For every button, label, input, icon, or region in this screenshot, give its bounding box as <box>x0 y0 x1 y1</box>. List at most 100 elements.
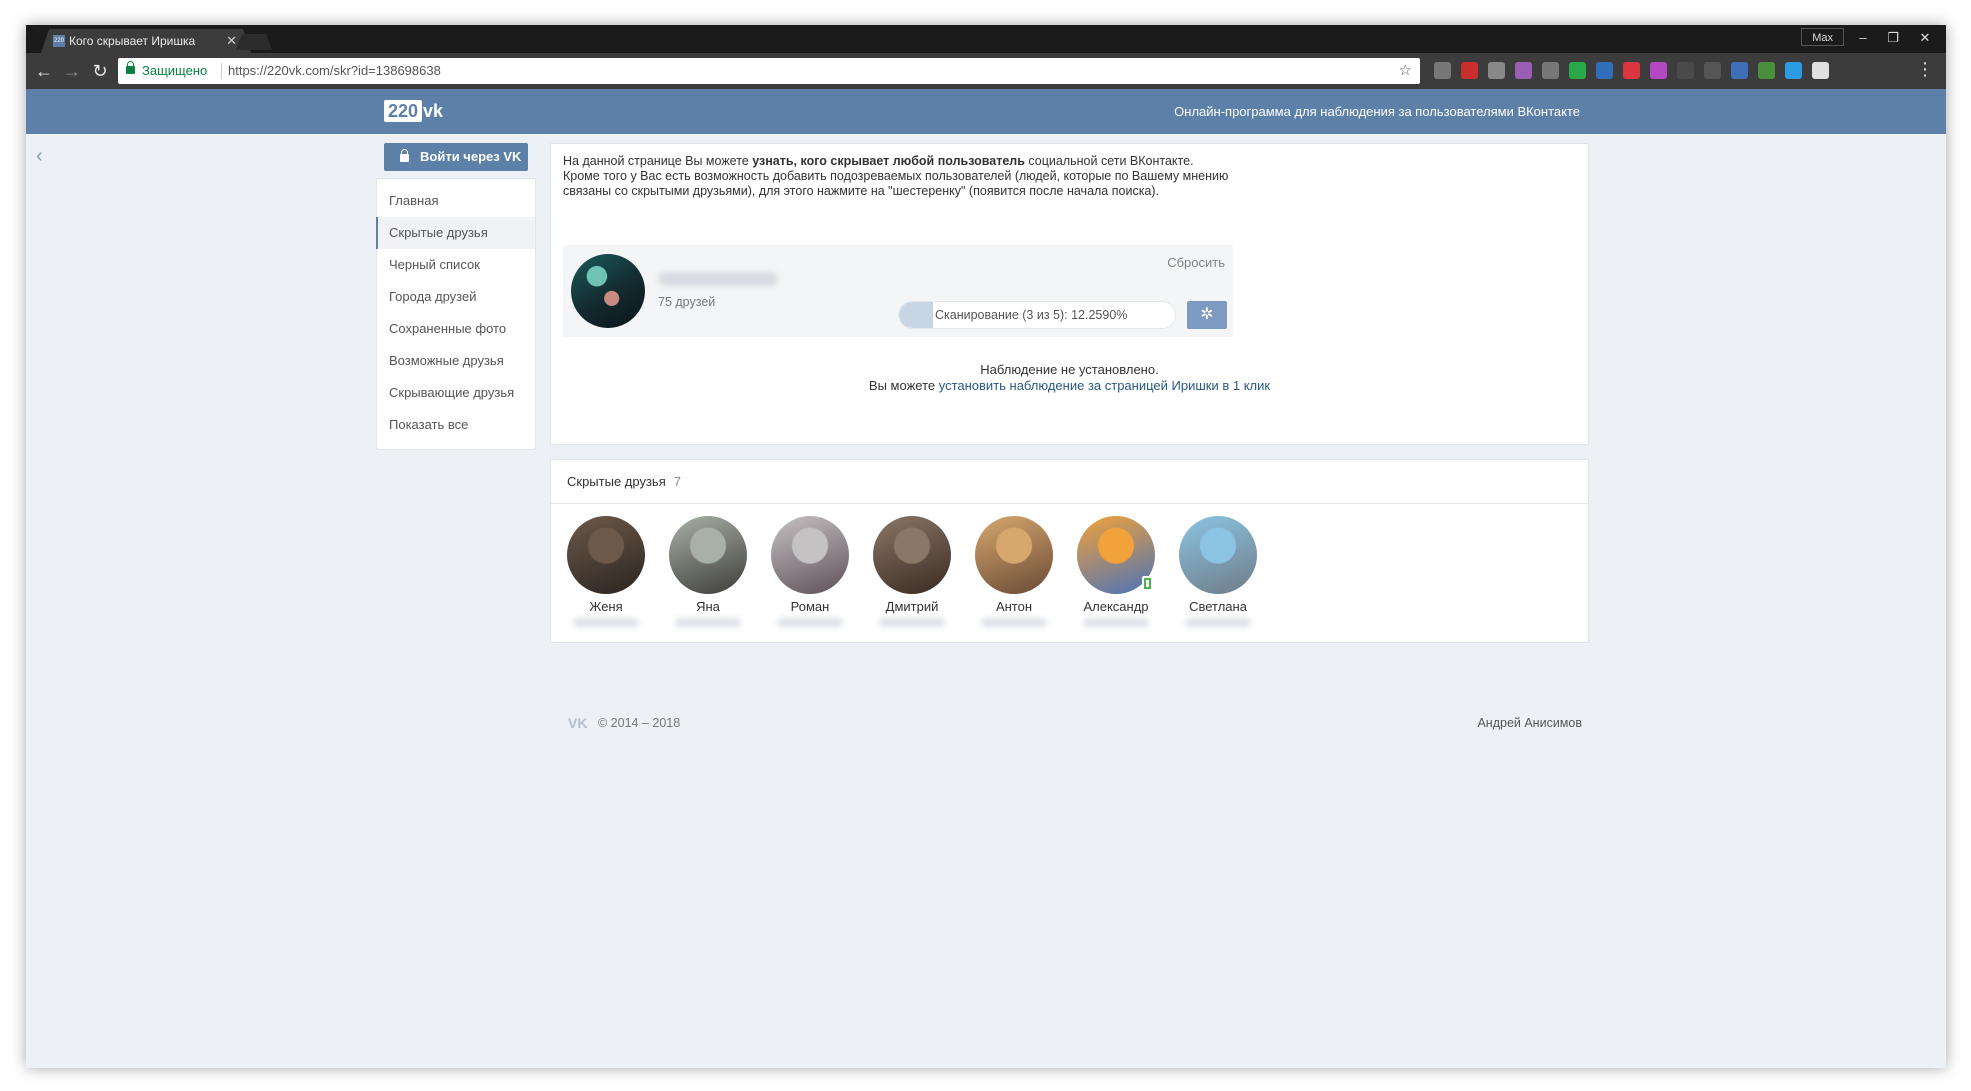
site-tagline: Онлайн-программа для наблюдения за польз… <box>1174 104 1580 119</box>
vk-logo-icon: VK <box>568 715 588 731</box>
close-window-icon[interactable]: ✕ <box>1910 27 1940 49</box>
profile-box: 75 друзей Сбросить Сканирование (3 из 5)… <box>563 245 1233 337</box>
friend-item[interactable]: Яна <box>663 516 753 627</box>
profile-badge[interactable]: Max <box>1801 28 1844 46</box>
friend-name[interactable]: Светлана <box>1173 599 1263 614</box>
friend-avatar[interactable] <box>975 516 1053 594</box>
menu-item-saved-photos[interactable]: Сохраненные фото <box>377 313 535 345</box>
logo-text: vk <box>423 100 444 121</box>
bookmark-star-icon[interactable]: ☆ <box>1399 58 1412 84</box>
friend-surname-blurred <box>981 618 1047 627</box>
site-favicon-icon: 220 <box>53 35 65 47</box>
extension-icon[interactable] <box>1488 62 1505 79</box>
gear-icon: ✲ <box>1200 306 1214 323</box>
extension-icon[interactable] <box>1758 62 1775 79</box>
lock-icon <box>126 61 135 74</box>
menu-item-friend-cities[interactable]: Города друзей <box>377 281 535 313</box>
intro-part-2: социальной сети ВКонтакте. <box>1024 154 1194 168</box>
profile-avatar[interactable] <box>571 254 645 328</box>
extension-icon[interactable] <box>1461 62 1478 79</box>
friend-avatar[interactable] <box>669 516 747 594</box>
address-bar[interactable]: Защищено https://220vk.com/skr?id=138698… <box>118 58 1420 84</box>
omnibox-divider <box>221 63 222 79</box>
friend-avatar[interactable] <box>873 516 951 594</box>
reset-link[interactable]: Сбросить <box>1167 255 1225 270</box>
friend-avatar[interactable] <box>1179 516 1257 594</box>
friend-item[interactable]: Светлана <box>1173 516 1263 627</box>
extension-icon[interactable] <box>1596 62 1613 79</box>
extension-icons <box>1434 62 1829 79</box>
forward-icon[interactable]: → <box>60 59 84 83</box>
friend-item[interactable]: Роман <box>765 516 855 627</box>
gear-button[interactable]: ✲ <box>1187 301 1227 329</box>
menu-item-possible-friends[interactable]: Возможные друзья <box>377 345 535 377</box>
friend-name[interactable]: Женя <box>561 599 651 614</box>
minimize-icon[interactable]: – <box>1848 27 1878 49</box>
friend-avatar[interactable] <box>567 516 645 594</box>
friend-surname-blurred <box>1185 618 1251 627</box>
menu-item-hiding-friends[interactable]: Скрывающие друзья <box>377 377 535 409</box>
intro-part-3: Кроме того у Вас есть возможность добави… <box>563 169 1229 198</box>
hidden-friends-title: Скрытые друзья <box>567 474 666 489</box>
extension-icon[interactable] <box>1434 62 1451 79</box>
friend-name[interactable]: Александр <box>1071 599 1161 614</box>
menu-item-home[interactable]: Главная <box>377 185 535 217</box>
back-icon[interactable]: ← <box>32 59 56 83</box>
search-card: На данной странице Вы можете узнать, ког… <box>550 143 1589 445</box>
extension-icon[interactable] <box>1731 62 1748 79</box>
intro-text: На данной странице Вы можете узнать, ког… <box>563 154 1243 199</box>
close-tab-icon[interactable]: ✕ <box>226 29 237 53</box>
browser-tab[interactable]: 220 Кого скрывает Иришка ✕ <box>41 29 251 53</box>
secure-label: Защищено <box>142 63 208 78</box>
extension-icon[interactable] <box>1650 62 1667 79</box>
friend-name[interactable]: Роман <box>765 599 855 614</box>
site-logo[interactable]: 220 vk <box>384 100 443 122</box>
friend-item[interactable]: Антон <box>969 516 1059 627</box>
scan-progress-bar: Сканирование (3 из 5): 12.2590% <box>898 301 1176 329</box>
intro-part-1: На данной странице Вы можете <box>563 154 753 168</box>
friend-item[interactable]: Александр <box>1071 516 1161 627</box>
browser-toolbar: ← → ↻ Защищено https://220vk.com/skr?id=… <box>26 53 1946 89</box>
chevron-left-icon[interactable]: ‹ <box>36 145 43 168</box>
profile-name-blurred <box>658 272 778 286</box>
scan-status-text: Сканирование (3 из 5): 12.2590% <box>935 308 1128 322</box>
logo-number: 220 <box>384 100 423 122</box>
browser-menu-icon[interactable]: ⋮ <box>1916 59 1934 80</box>
monitor-hint: Вы можете установить наблюдение за стран… <box>551 378 1588 393</box>
menu-item-blacklist[interactable]: Черный список <box>377 249 535 281</box>
friend-item[interactable]: Дмитрий <box>867 516 957 627</box>
scan-progress-fill <box>899 302 933 328</box>
side-menu: Главная Скрытые друзья Черный список Гор… <box>376 178 536 450</box>
friend-surname-blurred <box>879 618 945 627</box>
friend-name[interactable]: Антон <box>969 599 1059 614</box>
extension-icon[interactable] <box>1785 62 1802 79</box>
friend-surname-blurred <box>777 618 843 627</box>
new-tab-button[interactable] <box>236 34 272 50</box>
mobile-online-icon <box>1142 576 1153 591</box>
menu-item-hidden-friends[interactable]: Скрытые друзья <box>376 217 535 249</box>
title-bar: 220 Кого скрывает Иришка ✕ Max – ❐ ✕ <box>26 25 1946 53</box>
friend-surname-blurred <box>573 618 639 627</box>
hidden-friends-card: Скрытые друзья 7 Женя Яна Роман Дмитрий Антон… <box>550 459 1589 643</box>
extension-icon[interactable] <box>1704 62 1721 79</box>
set-monitoring-link[interactable]: установить наблюдение за страницей Иришк… <box>939 378 1270 393</box>
extension-icon[interactable] <box>1542 62 1559 79</box>
friend-avatar[interactable] <box>771 516 849 594</box>
extension-icon[interactable] <box>1569 62 1586 79</box>
friend-name[interactable]: Яна <box>663 599 753 614</box>
intro-bold: узнать, кого скрывает любой пользователь <box>752 154 1025 168</box>
extension-icon[interactable] <box>1812 62 1829 79</box>
reload-icon[interactable]: ↻ <box>88 59 112 83</box>
footer-author-link[interactable]: Андрей Анисимов <box>1477 716 1582 730</box>
url-text[interactable]: https://220vk.com/skr?id=138698638 <box>228 58 441 84</box>
page-content: 220 vk Онлайн-программа для наблюдения з… <box>26 89 1946 1068</box>
extension-icon[interactable] <box>1677 62 1694 79</box>
restore-icon[interactable]: ❐ <box>1878 27 1908 49</box>
extension-icon[interactable] <box>1515 62 1532 79</box>
login-vk-button[interactable]: Войти через VK <box>384 143 528 171</box>
menu-item-show-all[interactable]: Показать все <box>377 409 535 441</box>
friend-name[interactable]: Дмитрий <box>867 599 957 614</box>
friend-item[interactable]: Женя <box>561 516 651 627</box>
extension-icon[interactable] <box>1623 62 1640 79</box>
friend-avatar[interactable] <box>1077 516 1155 594</box>
